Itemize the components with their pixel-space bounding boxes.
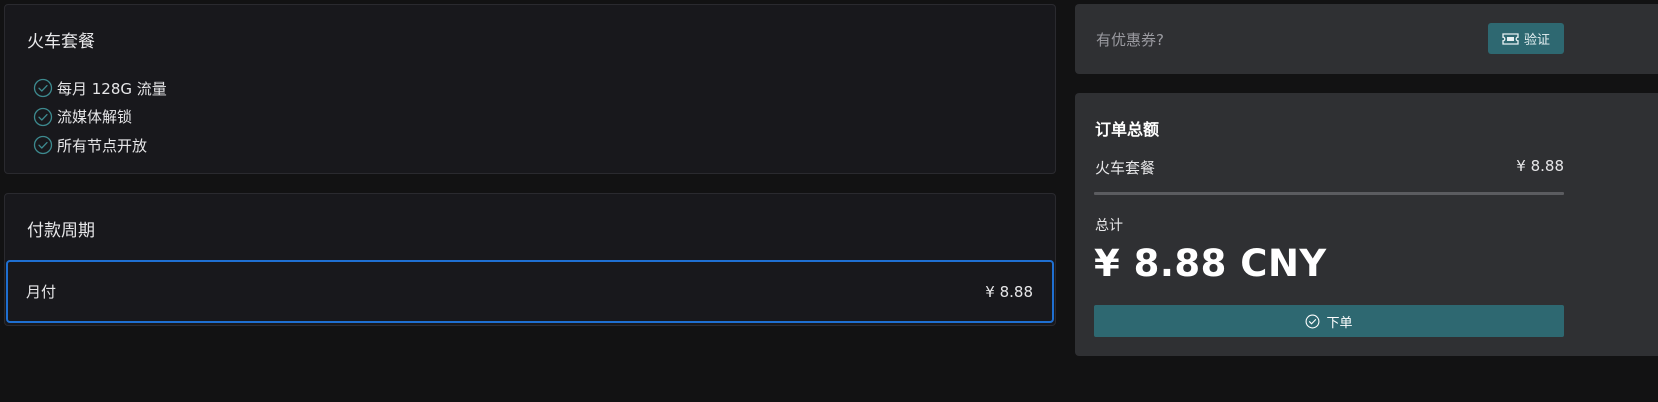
verify-coupon-button[interactable]: 验证 xyxy=(1488,23,1564,54)
coupon-input[interactable] xyxy=(1096,28,1476,52)
plan-card: 火车套餐 每月 128G 流量 流媒体解锁 所有节点开放 xyxy=(4,4,1056,174)
coupon-panel: 验证 xyxy=(1075,4,1658,74)
ticket-icon xyxy=(1502,32,1519,45)
period-option-monthly[interactable]: 月付 ¥ 8.88 xyxy=(6,260,1054,323)
verify-label: 验证 xyxy=(1523,33,1550,48)
line-item-price: ¥ 8.88 xyxy=(1516,157,1564,175)
payment-period-card: 付款周期 月付 ¥ 8.88 xyxy=(4,193,1056,326)
feature-item: 每月 128G 流量 xyxy=(33,74,167,103)
check-circle-icon xyxy=(33,79,53,98)
payment-period-title: 付款周期 xyxy=(27,221,95,241)
feature-list: 每月 128G 流量 流媒体解锁 所有节点开放 xyxy=(33,74,167,160)
order-line-item: 火车套餐 ¥ 8.88 xyxy=(1095,157,1564,178)
total-amount: ¥ 8.88 CNY xyxy=(1094,242,1327,285)
period-option-name: 月付 xyxy=(26,283,57,301)
check-circle-icon xyxy=(1306,314,1320,328)
total-label: 总计 xyxy=(1095,218,1123,234)
period-option-price: ¥ 8.88 xyxy=(985,282,1033,301)
feature-label: 每月 128G 流量 xyxy=(57,79,167,98)
feature-item: 所有节点开放 xyxy=(33,131,167,160)
feature-label: 所有节点开放 xyxy=(57,136,148,155)
order-summary-panel: 订单总额 火车套餐 ¥ 8.88 总计 ¥ 8.88 CNY 下单 xyxy=(1075,93,1658,356)
place-order-button[interactable]: 下单 xyxy=(1094,305,1564,337)
plan-title: 火车套餐 xyxy=(27,32,95,52)
line-item-name: 火车套餐 xyxy=(1095,159,1156,177)
feature-item: 流媒体解锁 xyxy=(33,103,167,132)
check-circle-icon xyxy=(33,107,53,126)
check-circle-icon xyxy=(33,136,53,155)
place-order-label: 下单 xyxy=(1326,315,1353,331)
summary-divider xyxy=(1094,192,1564,195)
feature-label: 流媒体解锁 xyxy=(57,108,133,127)
order-summary-title: 订单总额 xyxy=(1095,120,1160,139)
